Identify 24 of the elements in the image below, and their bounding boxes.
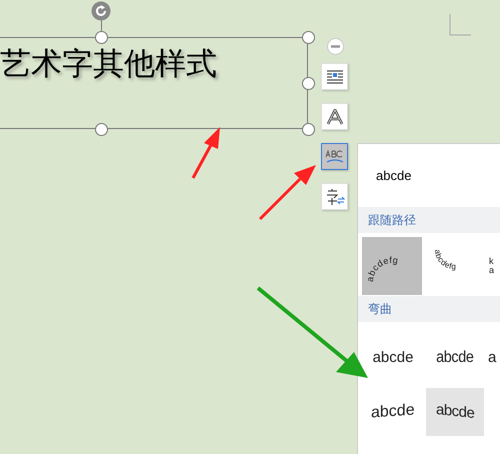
no-effect-option[interactable]: abcde: [376, 166, 412, 186]
text-sample: abcde: [372, 348, 414, 368]
text-direction-icon: [324, 188, 344, 206]
resize-handle[interactable]: [302, 123, 315, 136]
text-curve-icon: [324, 148, 344, 166]
text-sample: a: [488, 348, 496, 368]
resize-handle[interactable]: [302, 31, 315, 44]
rotate-handle[interactable]: [91, 1, 111, 21]
resize-handle[interactable]: [302, 77, 315, 90]
text-wrap-icon: [326, 68, 344, 84]
text-sample: ka: [489, 257, 496, 275]
page-corner-mark: [449, 14, 471, 36]
text-sample: abcde: [436, 348, 474, 368]
collapse-icon[interactable]: [327, 38, 344, 55]
resize-handle[interactable]: [95, 123, 108, 136]
wordart-text: 艺术字其他样式: [0, 45, 217, 84]
section-header: 跟随路径: [358, 207, 500, 233]
letter-outline-icon: [326, 108, 344, 124]
text-sample: abcde: [436, 400, 474, 424]
section-header: 弯曲: [358, 296, 500, 322]
annotation-arrow: [258, 163, 318, 221]
text-sample: abcde: [371, 400, 415, 424]
warp-style-option[interactable]: abcde: [426, 388, 484, 436]
resize-handle[interactable]: [95, 31, 108, 44]
